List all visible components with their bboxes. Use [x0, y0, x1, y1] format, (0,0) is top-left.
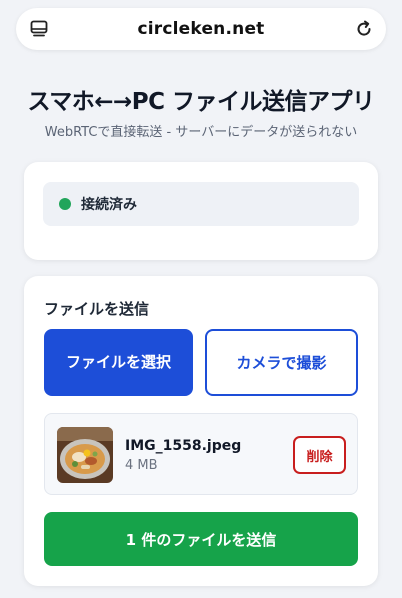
file-list-item: IMG_1558.jpeg 4 MB 削除 — [44, 413, 358, 495]
send-card: ファイルを送信 ファイルを選択 カメラで撮影 IMG_1558.jpeg 4 M… — [24, 276, 378, 586]
choose-file-button[interactable]: ファイルを選択 — [44, 329, 193, 396]
url-text[interactable]: circleken.net — [137, 19, 264, 39]
send-section-title: ファイルを送信 — [44, 300, 150, 318]
file-thumbnail — [57, 427, 113, 483]
connection-status-text: 接続済み — [81, 197, 137, 213]
file-name: IMG_1558.jpeg — [125, 438, 242, 454]
send-files-button[interactable]: 1 件のファイルを送信 — [44, 512, 358, 566]
status-dot-icon — [59, 198, 71, 210]
camera-button[interactable]: カメラで撮影 — [205, 329, 358, 396]
delete-file-button[interactable]: 削除 — [293, 436, 346, 474]
reload-icon[interactable] — [354, 19, 374, 39]
address-bar[interactable]: circleken.net — [16, 8, 386, 50]
connection-card: 接続済み — [24, 162, 378, 260]
page-title: スマホ←→PC ファイル送信アプリ — [27, 89, 375, 115]
connection-status: 接続済み — [43, 182, 359, 226]
tabs-icon[interactable] — [30, 20, 48, 38]
page-subtitle: WebRTCで直接転送 - サーバーにデータが送られない — [44, 125, 358, 140]
file-size: 4 MB — [125, 458, 158, 473]
